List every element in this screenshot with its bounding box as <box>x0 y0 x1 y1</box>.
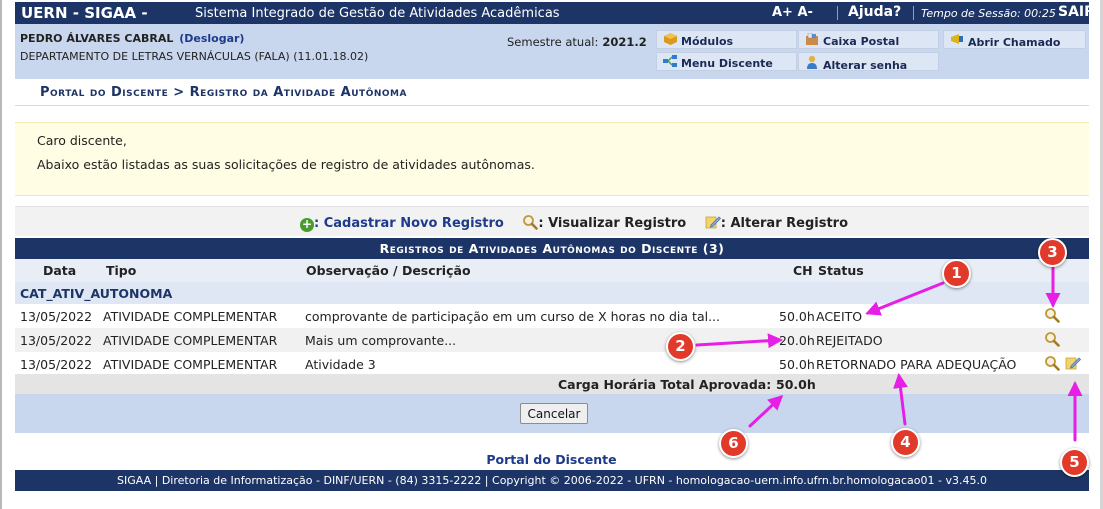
mailbox-icon <box>805 32 819 48</box>
table-row: 13/05/2022 ATIVIDADE COMPLEMENTAR compro… <box>15 304 1089 328</box>
total-hours-value: 50.0h <box>776 377 816 392</box>
cell-description: Atividade 3 <box>305 357 376 372</box>
annotation-marker: 5 <box>1060 448 1089 477</box>
cell-type: ATIVIDADE COMPLEMENTAR <box>103 333 278 348</box>
annotation-marker: 3 <box>1038 238 1067 267</box>
notice-text: Abaixo estão listadas as suas solicitaçõ… <box>37 157 535 172</box>
action-legend: +: Cadastrar Novo Registro : Visualizar … <box>15 206 1089 236</box>
edit-note-icon <box>705 216 721 229</box>
table-row: 13/05/2022 ATIVIDADE COMPLEMENTAR Ativid… <box>15 352 1089 376</box>
modules-label: Módulos <box>681 35 734 48</box>
cell-description: comprovante de participação em um curso … <box>305 309 720 324</box>
annotation-marker: 1 <box>942 259 971 288</box>
user-info-bar: PEDRO ÁLVARES CABRAL (Deslogar) DEPARTAM… <box>15 24 1089 79</box>
cell-type: ATIVIDADE COMPLEMENTAR <box>103 357 278 372</box>
view-record-icon[interactable] <box>1044 307 1060 323</box>
font-size-controls[interactable]: A+ A- <box>772 5 813 20</box>
cell-date: 13/05/2022 <box>20 357 93 372</box>
change-password-label: Alterar senha <box>823 59 908 72</box>
network-icon <box>663 55 677 70</box>
new-record-link[interactable]: : Cadastrar Novo Registro <box>314 216 504 231</box>
annotation-marker: 6 <box>719 429 748 458</box>
breadcrumb-bar: Portal do Discente > Registro da Ativida… <box>15 79 1089 106</box>
column-header: Status <box>818 263 864 278</box>
change-password-button[interactable]: Alterar senha <box>798 52 939 72</box>
cell-date: 13/05/2022 <box>20 333 93 348</box>
semester-label: Semestre atual: <box>507 35 599 49</box>
table-footer: Cancelar <box>15 394 1089 433</box>
cell-status: RETORNADO PARA ADEQUAÇÃO <box>816 357 1017 372</box>
cell-ch: 50.0h <box>779 309 815 324</box>
user-department: DEPARTAMENTO DE LETRAS VERNÁCULAS (FALA)… <box>20 50 369 63</box>
window-left-border <box>0 0 2 509</box>
cell-ch: 50.0h <box>779 357 815 372</box>
annotation-marker: 4 <box>891 428 920 457</box>
top-bar-divider <box>913 6 914 20</box>
cell-ch: 20.0h <box>779 333 815 348</box>
top-bar-divider <box>837 6 838 20</box>
mailbox-label: Caixa Postal <box>823 35 900 48</box>
app-brand[interactable]: UERN - SIGAA - <box>21 4 148 22</box>
table-caption: Registros de Atividades Autônomas do Dis… <box>15 238 1089 259</box>
help-link[interactable]: Ajuda? <box>848 4 901 20</box>
user-name: PEDRO ÁLVARES CABRAL <box>20 32 174 45</box>
system-name: Sistema Integrado de Gestão de Atividade… <box>195 6 560 21</box>
breadcrumb: Portal do Discente > Registro da Ativida… <box>40 85 407 100</box>
cube-icon <box>663 33 677 48</box>
cancel-button[interactable]: Cancelar <box>520 403 588 424</box>
student-menu-label: Menu Discente <box>681 57 773 70</box>
session-timer: Tempo de Sessão: 00:25 <box>921 7 1056 20</box>
cell-date: 13/05/2022 <box>20 309 93 324</box>
top-bar: UERN - SIGAA - Sistema Integrado de Gest… <box>15 2 1095 24</box>
edit-record-icon[interactable] <box>1065 355 1081 371</box>
column-header: Observação / Descrição <box>306 263 471 278</box>
view-record-legend: : Visualizar Registro <box>538 216 687 231</box>
cell-description: Mais um comprovante... <box>305 333 457 348</box>
notice-greeting: Caro discente, <box>37 133 127 148</box>
total-hours-row: Carga Horária Total Aprovada: 50.0h <box>15 374 1089 394</box>
table-header: Data Tipo Observação / Descrição CH Stat… <box>15 259 1089 282</box>
deslogar-link[interactable]: (Deslogar) <box>179 32 244 45</box>
column-header: Tipo <box>106 263 137 278</box>
user-key-icon <box>805 55 819 72</box>
portal-discente-link[interactable]: Portal do Discente <box>0 452 1103 467</box>
open-ticket-button[interactable]: Abrir Chamado <box>943 30 1086 49</box>
open-ticket-label: Abrir Chamado <box>968 36 1061 49</box>
page-footer: SIGAA | Diretoria de Informatização - DI… <box>15 470 1089 491</box>
student-menu-button[interactable]: Menu Discente <box>656 52 797 71</box>
current-semester: Semestre atual: 2021.2 <box>507 35 647 49</box>
cell-type: ATIVIDADE COMPLEMENTAR <box>103 309 278 324</box>
column-header: CH <box>793 263 813 278</box>
cell-status: ACEITO <box>816 309 863 324</box>
logout-button[interactable]: SAIR <box>1058 4 1095 20</box>
category-group-row: CAT_ATIV_AUTONOMA <box>15 282 1089 304</box>
semester-value: 2021.2 <box>602 35 647 49</box>
view-record-icon[interactable] <box>1044 355 1060 371</box>
table-row: 13/05/2022 ATIVIDADE COMPLEMENTAR Mais u… <box>15 328 1089 352</box>
annotation-marker: 2 <box>666 332 695 361</box>
column-header: Data <box>43 263 77 278</box>
user-name-line: PEDRO ÁLVARES CABRAL (Deslogar) <box>20 32 244 45</box>
add-circle-icon[interactable]: + <box>300 218 314 232</box>
view-record-icon[interactable] <box>1044 331 1060 347</box>
mailbox-button[interactable]: Caixa Postal <box>798 30 939 49</box>
page: UERN - SIGAA - Sistema Integrado de Gest… <box>0 0 1103 509</box>
megaphone-icon <box>950 33 964 49</box>
modules-button[interactable]: Módulos <box>656 30 797 49</box>
magnifier-icon <box>523 215 539 230</box>
cell-status: REJEITADO <box>816 333 883 348</box>
edit-record-legend: : Alterar Registro <box>720 216 849 231</box>
info-notice: Caro discente, Abaixo estão listadas as … <box>15 122 1089 196</box>
total-hours-label: Carga Horária Total Aprovada: <box>558 377 772 392</box>
